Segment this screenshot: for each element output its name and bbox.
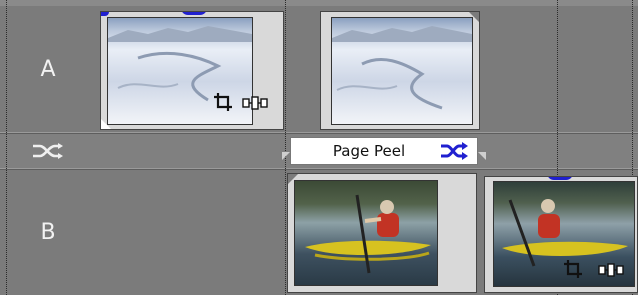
page-peel-transition[interactable]: Page Peel <box>290 137 478 165</box>
separator-a <box>0 132 638 134</box>
crop-icon[interactable] <box>213 92 233 112</box>
track-b-label: B <box>40 220 56 245</box>
clip-a2[interactable] <box>320 11 480 130</box>
clip-handle-top-mid[interactable] <box>181 12 207 15</box>
shuffle-icon <box>33 143 63 159</box>
pan-icon[interactable] <box>597 263 625 277</box>
transition-left-arrow <box>282 152 290 160</box>
track-a-label: A <box>40 56 56 82</box>
pan-icon[interactable] <box>241 96 269 110</box>
clip-b2[interactable] <box>484 176 638 293</box>
cursor-guide <box>285 0 286 295</box>
snow-thumbnail <box>331 17 473 125</box>
separator-b <box>0 168 638 170</box>
transition-shuffle-icon <box>441 142 468 160</box>
clip-b1[interactable] <box>287 173 477 293</box>
clip-handle-top-left[interactable] <box>101 12 109 16</box>
crop-icon[interactable] <box>563 259 583 279</box>
clip-a1[interactable] <box>100 11 284 130</box>
transition-right-arrow <box>478 152 486 160</box>
clip-a1-corner <box>101 119 111 129</box>
transition-track-header[interactable] <box>0 134 96 168</box>
track-a-header[interactable]: A <box>0 6 96 132</box>
header-divider <box>6 0 7 295</box>
clip-handle-top-mid[interactable] <box>547 177 573 180</box>
track-b-header[interactable]: B <box>0 170 96 295</box>
transition-label: Page Peel <box>332 142 406 160</box>
kayak-thumbnail <box>294 180 438 286</box>
